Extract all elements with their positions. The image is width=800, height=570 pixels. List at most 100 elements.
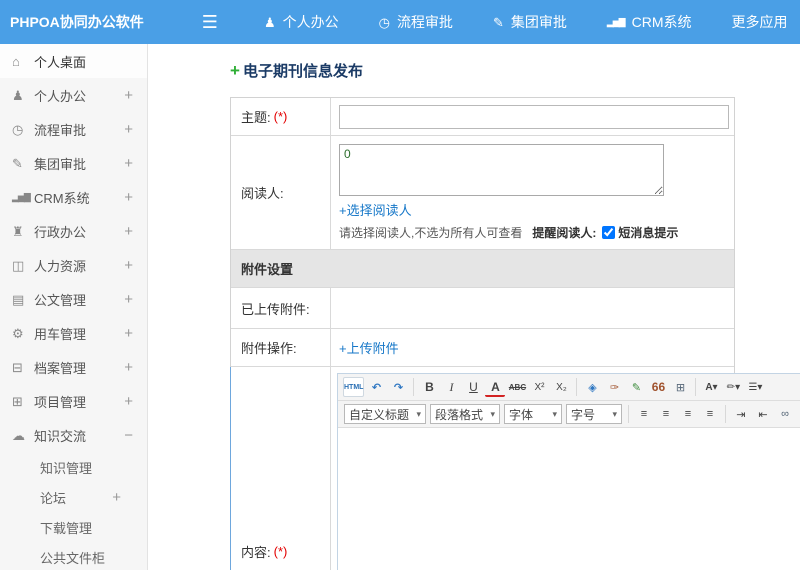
caret-down-icon: ▾ [416, 408, 421, 419]
clock-icon: ◷ [378, 14, 390, 30]
bar-chart-icon: ▂▅▇ [12, 191, 31, 202]
expand-toggle[interactable]: + [124, 257, 133, 274]
sidebar-subitem-forum[interactable]: 论坛 + [0, 482, 147, 512]
toolbar-separator [725, 405, 726, 423]
expand-toggle[interactable]: + [124, 155, 133, 172]
readers-textarea[interactable]: 0 [339, 144, 664, 196]
format-painter-button[interactable]: ✑ [604, 377, 624, 397]
bold-button[interactable]: B [419, 377, 439, 397]
sidebar-subitem-public-file-cabinet[interactable]: 公共文件柜 [0, 542, 147, 570]
upload-attachment-link[interactable]: +上传附件 [339, 338, 726, 357]
undo-button[interactable]: ↶ [366, 377, 386, 397]
subject-input[interactable] [339, 104, 729, 129]
font-family-select[interactable]: 字体 ▾ [504, 404, 562, 424]
sms-notify-checkbox[interactable] [602, 226, 616, 239]
redo-button[interactable]: ↷ [388, 377, 408, 397]
align-center-button[interactable]: ≡ [656, 404, 676, 424]
indent-button[interactable]: ⇥ [731, 404, 751, 424]
sidebar-item-personal-desktop[interactable]: ⌂ 个人桌面 [0, 44, 147, 78]
sidebar-item-knowledge-exchange[interactable]: ☁ 知识交流 − [0, 418, 147, 452]
content-row: 内容: (*) HTML ↶ ↷ B I U A ABC X² X₂ ◈ ✑ ✎… [230, 367, 800, 570]
paragraph-format-select[interactable]: 段落格式 ▾ [430, 404, 500, 424]
chat-bubble-icon: ☁ [12, 427, 25, 443]
custom-title-select[interactable]: 自定义标题 ▾ [344, 404, 426, 424]
publish-form: 主题: (*) 阅读人: 0 +选择阅读人 请选择阅读人,不选为所有人可查看 提… [230, 97, 800, 570]
attachment-ops-label: 附件操作: [241, 341, 297, 356]
bg-color-dropdown[interactable]: ✏▾ [723, 377, 743, 397]
link-button[interactable]: ∞ [775, 404, 795, 424]
font-color-button[interactable]: A [485, 379, 506, 397]
sidebar-item-hr[interactable]: ◫ 人力资源 + [0, 248, 147, 282]
caret-down-icon: ▾ [490, 408, 495, 419]
toolbar-separator [695, 378, 697, 396]
main-content: + 电子期刊信息发布 主题: (*) 阅读人: 0 +选择阅读人 请选择阅读人,… [148, 44, 800, 570]
collapse-toggle[interactable]: − [124, 427, 133, 444]
nav-workflow-approval[interactable]: ◷ 流程审批 [379, 12, 453, 32]
align-right-button[interactable]: ≡ [678, 404, 698, 424]
text-color-dropdown[interactable]: A▾ [701, 377, 721, 397]
sidebar-item-admin-office[interactable]: ♜ 行政办公 + [0, 214, 147, 248]
readers-label: 阅读人: [241, 186, 284, 201]
nav-more-apps[interactable]: 更多应用 ▾ [732, 12, 800, 32]
sidebar-item-workflow-approval[interactable]: ◷ 流程审批 + [0, 112, 147, 146]
html-source-button[interactable]: HTML [343, 377, 365, 397]
uploaded-attachments-label: 已上传附件: [241, 301, 310, 317]
sidebar-item-document-mgmt[interactable]: ▤ 公文管理 + [0, 282, 147, 316]
expand-toggle[interactable]: + [124, 87, 133, 104]
sidebar: ⌂ 个人桌面 ♟ 个人办公 + ◷ 流程审批 + ✎ 集团审批 + ▂▅▇ CR… [0, 44, 148, 570]
app-logo: PHPOA协同办公软件 [10, 14, 144, 30]
person-icon: ♟ [12, 87, 24, 103]
blockquote-button[interactable]: 66 [648, 377, 668, 397]
nav-group-approval[interactable]: ✎ 集团审批 [493, 12, 567, 32]
editor-content-area[interactable] [338, 428, 800, 570]
hamburger-menu-icon[interactable]: ☰ [202, 13, 218, 31]
sidebar-item-project-mgmt[interactable]: ⊞ 项目管理 + [0, 384, 147, 418]
sidebar-item-personal-office[interactable]: ♟ 个人办公 + [0, 78, 147, 112]
rich-text-editor: HTML ↶ ↷ B I U A ABC X² X₂ ◈ ✑ ✎ 66 ⊞ A▾… [337, 373, 800, 570]
sidebar-item-crm[interactable]: ▂▅▇ CRM系统 + [0, 180, 147, 214]
required-mark: (*) [273, 109, 288, 124]
person-icon: ♟ [263, 14, 276, 30]
expand-toggle[interactable]: + [124, 189, 133, 206]
outdent-button[interactable]: ⇤ [753, 404, 773, 424]
expand-toggle[interactable]: + [124, 121, 133, 138]
nav-personal-office[interactable]: ♟ 个人办公 [264, 12, 339, 32]
sidebar-subitem-download-mgmt[interactable]: 下载管理 [0, 512, 147, 542]
list-dropdown[interactable]: ☰▾ [745, 377, 765, 397]
italic-button[interactable]: I [441, 377, 461, 397]
archive-icon: ⊟ [12, 359, 23, 375]
highlighter-button[interactable]: ✎ [626, 377, 646, 397]
content-label: 内容: [241, 544, 271, 560]
expand-toggle[interactable]: + [124, 393, 133, 410]
car-icon: ⚙ [12, 325, 24, 341]
strikethrough-button[interactable]: ABC [507, 377, 527, 397]
nav-crm-system[interactable]: ▂▅▇ CRM系统 [607, 12, 692, 32]
columns-icon: ◫ [12, 257, 25, 273]
building-icon: ♜ [12, 223, 24, 239]
sidebar-item-vehicle-mgmt[interactable]: ⚙ 用车管理 + [0, 316, 147, 350]
superscript-button[interactable]: X² [529, 377, 549, 397]
caret-down-icon: ▾ [552, 408, 557, 419]
desktop-icon: ⌂ [12, 53, 20, 69]
expand-toggle[interactable]: + [124, 291, 133, 308]
align-left-button[interactable]: ≡ [634, 404, 654, 424]
remove-format-button[interactable]: ◈ [582, 377, 602, 397]
required-mark: (*) [273, 543, 288, 559]
sidebar-item-group-approval[interactable]: ✎ 集团审批 + [0, 146, 147, 180]
edit-icon: ✎ [492, 14, 504, 30]
sidebar-subitem-knowledge-mgmt[interactable]: 知识管理 [0, 452, 147, 482]
nav-label: 更多应用 [731, 14, 788, 30]
font-size-select[interactable]: 字号 ▾ [566, 404, 622, 424]
select-readers-link[interactable]: +选择阅读人 [339, 203, 412, 218]
expand-toggle[interactable]: + [124, 359, 133, 376]
sidebar-item-archive-mgmt[interactable]: ⊟ 档案管理 + [0, 350, 147, 384]
expand-toggle[interactable]: + [112, 489, 121, 506]
align-justify-button[interactable]: ≡ [700, 404, 720, 424]
expand-toggle[interactable]: + [124, 223, 133, 240]
subscript-button[interactable]: X₂ [551, 377, 571, 397]
underline-button[interactable]: U [463, 377, 483, 397]
expand-toggle[interactable]: + [124, 325, 133, 342]
attachment-ops-row: 附件操作: +上传附件 [231, 329, 734, 367]
table-button[interactable]: ⊞ [670, 377, 690, 397]
readers-note: 请选择阅读人,不选为所有人可查看 [339, 226, 523, 240]
